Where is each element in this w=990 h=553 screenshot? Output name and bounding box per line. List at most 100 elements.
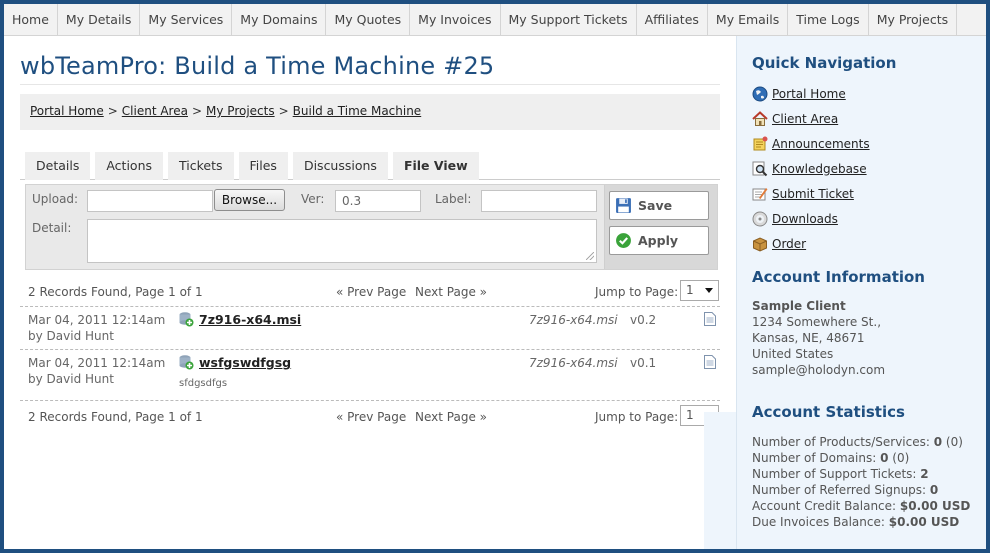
stat-value: 0 xyxy=(880,451,889,465)
nav-my-invoices[interactable]: My Invoices xyxy=(410,4,501,36)
account-email: sample@holodyn.com xyxy=(752,363,886,377)
announcement-icon xyxy=(753,136,768,151)
breadcrumb-my-projects[interactable]: My Projects xyxy=(206,104,275,118)
breadcrumb: Portal Home > Client Area > My Projects > Buil… xyxy=(20,94,720,130)
next-page-link[interactable]: Next Page » xyxy=(415,285,487,299)
next-page-link[interactable]: Next Page » xyxy=(415,410,487,424)
file-description: sfdgsdfgs xyxy=(179,378,228,389)
tab-details[interactable]: Details xyxy=(25,152,91,180)
label-label: Label: xyxy=(435,192,472,206)
resize-grip-icon[interactable] xyxy=(586,252,594,260)
nav-affiliates[interactable]: Affiliates xyxy=(637,4,708,36)
project-tabs: Details Actions Tickets Files Discussion… xyxy=(20,152,720,180)
account-name: Sample Client xyxy=(752,299,846,313)
tab-discussions[interactable]: Discussions xyxy=(292,152,388,180)
breadcrumb-client-area[interactable]: Client Area xyxy=(122,104,188,118)
divider xyxy=(20,400,720,401)
version-label: Ver: xyxy=(301,192,325,206)
jump-to-page-select[interactable]: 1 xyxy=(680,280,719,301)
upload-file-input[interactable] xyxy=(87,190,213,212)
top-nav: Home My Details My Services My Domains M… xyxy=(4,4,986,36)
account-address-line1: 1234 Somewhere St., xyxy=(752,315,882,329)
stat-label: Due Invoices Balance: xyxy=(752,515,885,529)
nav-my-domains[interactable]: My Domains xyxy=(232,4,327,36)
app-frame: Home My Details My Services My Domains M… xyxy=(4,4,986,549)
breadcrumb-separator: > xyxy=(107,104,118,118)
tab-file-view[interactable]: File View xyxy=(392,152,479,180)
tab-files[interactable]: Files xyxy=(238,152,288,180)
stat-label: Number of Support Tickets: xyxy=(752,467,917,481)
original-filename: 7z916-x64.msi xyxy=(529,356,618,370)
check-circle-icon xyxy=(616,233,631,248)
stat-due-invoices: Due Invoices Balance: $0.00 USD xyxy=(752,514,959,530)
stat-credit-balance: Account Credit Balance: $0.00 USD xyxy=(752,498,970,514)
detail-textarea[interactable] xyxy=(87,219,597,263)
stat-label: Number of Products/Services: xyxy=(752,435,930,449)
account-address-line2: Kansas, NE, 48671 xyxy=(752,331,865,345)
file-version: v0.2 xyxy=(630,313,657,327)
apply-button[interactable]: Apply xyxy=(609,226,709,255)
save-button[interactable]: Save xyxy=(609,191,709,220)
file-record-row: Mar 04, 2011 12:14am by David Hunt 7z916… xyxy=(20,307,720,351)
nav-my-details[interactable]: My Details xyxy=(58,4,141,36)
stat-extra: (0) xyxy=(892,451,910,465)
sidebar-link-label: Order xyxy=(772,237,807,251)
stat-value: 0 xyxy=(929,483,939,497)
apply-button-label: Apply xyxy=(638,233,679,248)
file-name-link[interactable]: wsfgswdfgsg xyxy=(199,355,291,370)
magnifier-icon xyxy=(752,161,768,177)
box-icon xyxy=(753,237,767,252)
nav-my-quotes[interactable]: My Quotes xyxy=(326,4,411,36)
breadcrumb-separator: > xyxy=(278,104,289,118)
database-add-icon xyxy=(179,312,194,327)
stat-products-services: Number of Products/Services: 0 (0) xyxy=(752,434,963,450)
database-add-icon xyxy=(179,355,194,370)
stat-label: Account Credit Balance: xyxy=(752,499,897,513)
prev-page-link[interactable]: « Prev Page xyxy=(336,410,406,424)
records-count: 2 Records Found, Page 1 of 1 xyxy=(28,285,203,299)
jump-to-page-label: Jump to Page: xyxy=(595,285,679,299)
chevron-down-icon xyxy=(705,288,713,293)
document-icon[interactable] xyxy=(704,355,716,369)
stat-value: 2 xyxy=(920,467,929,481)
file-record-row: Mar 04, 2011 12:14am by David Hunt wsfgs… xyxy=(20,350,720,394)
sidebar-link-label: Downloads xyxy=(772,212,838,226)
tab-tickets[interactable]: Tickets xyxy=(168,152,234,180)
version-input[interactable]: 0.3 xyxy=(335,190,421,212)
stat-value: 0 xyxy=(933,435,943,449)
ticket-icon xyxy=(752,188,768,201)
nav-my-support-tickets[interactable]: My Support Tickets xyxy=(501,4,637,36)
sidebar-extension xyxy=(704,412,736,549)
nav-my-projects[interactable]: My Projects xyxy=(869,4,958,36)
globe-icon xyxy=(752,86,768,102)
pager-top: 2 Records Found, Page 1 of 1 « Prev Page… xyxy=(20,278,720,306)
stat-value: $0.00 USD xyxy=(899,499,971,513)
breadcrumb-portal-home[interactable]: Portal Home xyxy=(30,104,104,118)
sidebar-link-label: Client Area xyxy=(772,112,839,126)
record-author: by David Hunt xyxy=(28,372,114,386)
main-content: wbTeamPro: Build a Time Machine #25 Port… xyxy=(20,36,720,549)
nav-my-emails[interactable]: My Emails xyxy=(708,4,789,36)
sidebar-link-label: Submit Ticket xyxy=(772,187,854,201)
stat-label: Number of Referred Signups: xyxy=(752,483,927,497)
sidebar-link-label: Knowledgebase xyxy=(772,162,867,176)
stat-support-tickets: Number of Support Tickets: 2 xyxy=(752,466,929,482)
label-input[interactable] xyxy=(481,190,597,212)
jump-to-page-value: 1 xyxy=(686,283,694,297)
nav-time-logs[interactable]: Time Logs xyxy=(788,4,869,36)
file-name-link[interactable]: 7z916-x64.msi xyxy=(199,312,301,327)
nav-my-services[interactable]: My Services xyxy=(140,4,233,36)
account-statistics-heading: Account Statistics xyxy=(752,403,905,421)
detail-label: Detail: xyxy=(32,221,72,235)
prev-page-link[interactable]: « Prev Page xyxy=(336,285,406,299)
pager-bottom: 2 Records Found, Page 1 of 1 « Prev Page… xyxy=(20,403,720,431)
nav-home[interactable]: Home xyxy=(4,4,58,36)
file-version: v0.1 xyxy=(630,356,657,370)
browse-button[interactable]: Browse... xyxy=(214,189,285,211)
breadcrumb-build-a-time-machine[interactable]: Build a Time Machine xyxy=(293,104,422,118)
document-icon[interactable] xyxy=(704,312,716,326)
floppy-disk-icon xyxy=(616,198,631,213)
tab-actions[interactable]: Actions xyxy=(95,152,164,180)
account-country: United States xyxy=(752,347,834,361)
page-title: wbTeamPro: Build a Time Machine #25 xyxy=(20,52,720,85)
